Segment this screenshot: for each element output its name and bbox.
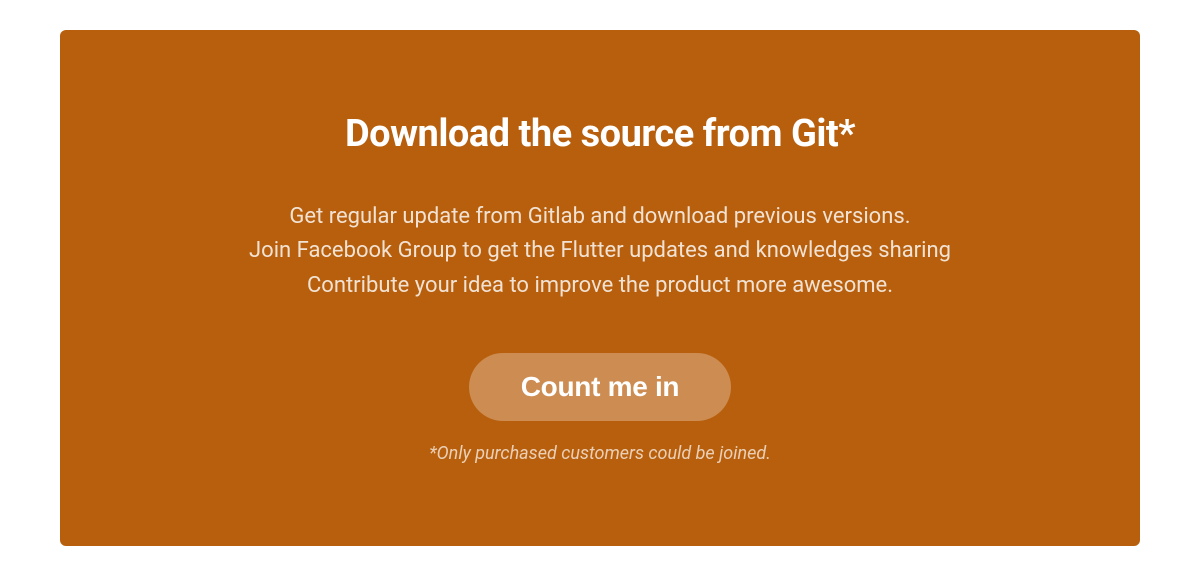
description-line-2: Join Facebook Group to get the Flutter u… (249, 234, 951, 268)
description: Get regular update from Gitlab and downl… (249, 200, 951, 302)
footnote: *Only purchased customers could be joine… (429, 443, 771, 464)
promo-card: Download the source from Git* Get regula… (60, 30, 1140, 546)
headline: Download the source from Git* (345, 112, 855, 156)
description-line-3: Contribute your idea to improve the prod… (249, 269, 951, 303)
description-line-1: Get regular update from Gitlab and downl… (249, 200, 951, 234)
count-me-in-button[interactable]: Count me in (469, 353, 731, 421)
